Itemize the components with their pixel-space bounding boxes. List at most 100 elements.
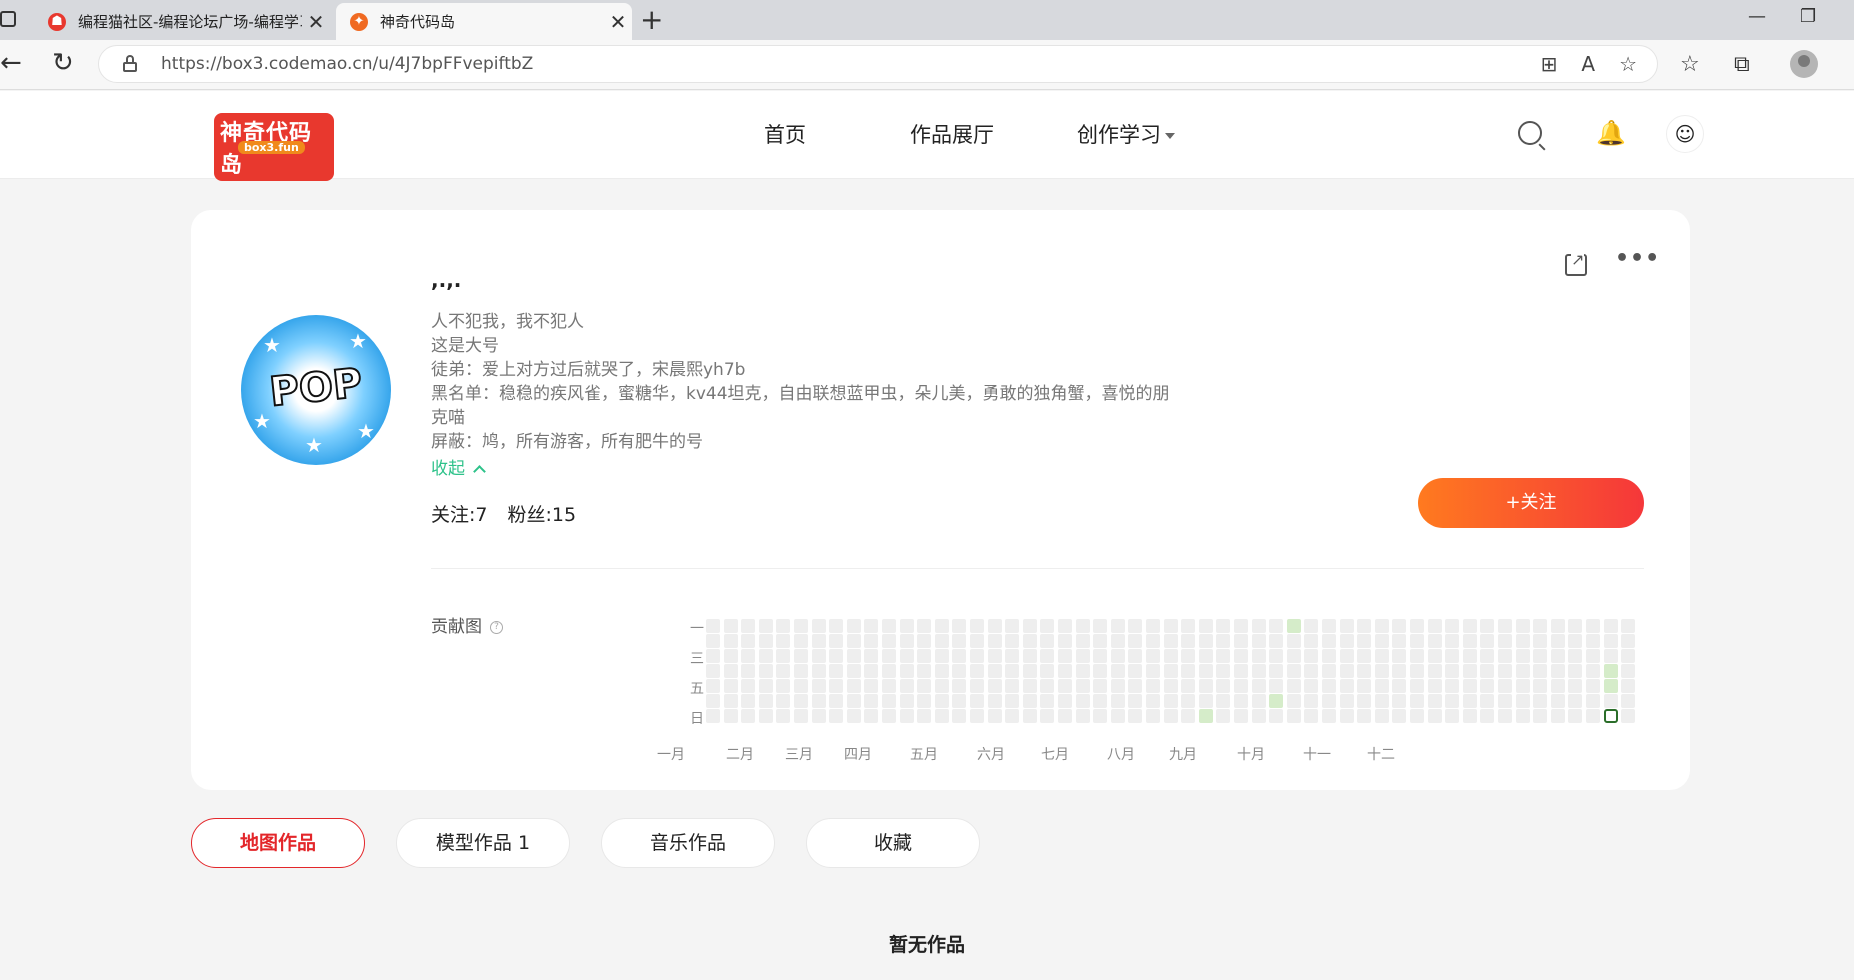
tab-model-works[interactable]: 模型作品 1 (396, 818, 570, 868)
contribution-cell (794, 709, 808, 723)
url-text[interactable]: https://box3.codemao.cn/u/4J7bpFFvepiftb… (161, 54, 533, 74)
contribution-cell (1181, 649, 1195, 663)
help-icon[interactable]: ? (490, 620, 503, 634)
more-options-icon[interactable]: ••• (1615, 246, 1660, 271)
codemao-favicon-icon: ☗ (48, 12, 66, 31)
tab-map-works[interactable]: 地图作品 (191, 818, 365, 868)
contribution-cell (935, 679, 949, 693)
contribution-cell (812, 694, 826, 708)
collections-icon[interactable]: ⧉ (1734, 52, 1750, 77)
restore-button[interactable]: ❐ (1800, 6, 1816, 27)
user-avatar[interactable]: ☺ (1666, 115, 1704, 153)
contribution-cell (1287, 664, 1301, 678)
contribution-cell (706, 634, 720, 648)
contribution-cell (759, 619, 773, 633)
site-header: 神奇代码岛 box3.fun 首页 作品展厅 创作学习 🔔 ☺ (0, 91, 1854, 181)
tab-music-works[interactable]: 音乐作品 (601, 818, 775, 868)
contribution-cell (1498, 694, 1512, 708)
contribution-cell (1463, 709, 1477, 723)
contribution-cell (1410, 694, 1424, 708)
contribution-cell (1410, 649, 1424, 663)
contribution-cell (1234, 679, 1248, 693)
browser-tab-codemao[interactable]: ☗ 编程猫社区-编程论坛广场-编程学习 ✕ (34, 3, 330, 40)
share-icon[interactable] (1565, 250, 1587, 276)
url-field[interactable]: https://box3.codemao.cn/u/4J7bpFFvepiftb… (98, 45, 1658, 83)
contribution-cell (1375, 649, 1389, 663)
lock-icon[interactable] (123, 55, 137, 72)
contribution-cell (1375, 679, 1389, 693)
month-label: 六月 (977, 747, 1005, 763)
address-bar-row: ← ↻ https://box3.codemao.cn/u/4J7bpFFvep… (0, 40, 1854, 90)
close-icon[interactable]: ✕ (604, 10, 632, 34)
contribution-cell (1533, 664, 1547, 678)
contribution-cell (1128, 679, 1142, 693)
refresh-icon[interactable]: ↻ (52, 48, 74, 78)
new-tab-button[interactable]: + (640, 4, 663, 36)
tab-favorites[interactable]: 收藏 (806, 818, 980, 868)
contribution-cell (1586, 649, 1600, 663)
bell-icon[interactable]: 🔔 (1596, 119, 1626, 147)
contribution-cell (1164, 619, 1178, 633)
contribution-cell (1445, 709, 1459, 723)
following-count[interactable]: 关注:7 (431, 500, 488, 527)
contribution-cell (900, 694, 914, 708)
browser-tab-box3[interactable]: ✦ 神奇代码岛 ✕ (336, 3, 632, 40)
followers-count[interactable]: 粉丝:15 (508, 500, 577, 527)
contribution-cell (917, 664, 931, 678)
contribution-cell (1375, 694, 1389, 708)
contribution-cell (1040, 694, 1054, 708)
contribution-cell (1340, 649, 1354, 663)
contribution-cell (1076, 694, 1090, 708)
contribution-cell (1058, 709, 1072, 723)
nav-gallery[interactable]: 作品展厅 (910, 119, 994, 149)
favorites-icon[interactable]: ☆ (1680, 52, 1700, 77)
nav-learn[interactable]: 创作学习 (1077, 119, 1175, 149)
search-icon[interactable] (1518, 121, 1542, 145)
contribution-cell (988, 694, 1002, 708)
add-favorite-icon[interactable]: ☆ (1619, 52, 1637, 76)
app-available-icon[interactable]: ⊞ (1541, 52, 1558, 76)
read-aloud-icon[interactable]: A (1581, 52, 1595, 76)
contribution-cell (1392, 709, 1406, 723)
contribution-cell (970, 694, 984, 708)
month-label: 一月 (657, 747, 685, 763)
contribution-cell (1304, 709, 1318, 723)
contribution-cell (1533, 694, 1547, 708)
nav-home[interactable]: 首页 (764, 119, 806, 149)
contribution-cell (1445, 679, 1459, 693)
close-icon[interactable]: ✕ (302, 10, 330, 34)
contribution-cell (1621, 619, 1635, 633)
contribution-cell (1516, 694, 1530, 708)
contribution-cell (847, 649, 861, 663)
contribution-cell (1199, 664, 1213, 678)
contribution-cell (1340, 634, 1354, 648)
collapse-bio-button[interactable]: 收起 (431, 454, 486, 479)
contribution-cell (847, 664, 861, 678)
minimize-button[interactable]: — (1748, 6, 1766, 27)
contribution-cell (1005, 709, 1019, 723)
follow-button[interactable]: +关注 (1418, 478, 1644, 528)
tab-actions-icon[interactable] (0, 11, 16, 27)
contribution-cell (970, 619, 984, 633)
contribution-label: 贡献图 (431, 617, 482, 637)
contribution-cell (1357, 709, 1371, 723)
contribution-cell (1111, 634, 1125, 648)
site-logo[interactable]: 神奇代码岛 box3.fun (214, 113, 334, 181)
contribution-cell (1480, 709, 1494, 723)
contribution-cell (1428, 664, 1442, 678)
contribution-cell (1076, 619, 1090, 633)
contribution-cell (882, 649, 896, 663)
browser-profile-avatar[interactable] (1790, 50, 1818, 78)
contribution-cell (1252, 649, 1266, 663)
contribution-cell (1199, 619, 1213, 633)
contribution-cell (1445, 649, 1459, 663)
contribution-cell (1392, 664, 1406, 678)
contribution-cell (812, 619, 826, 633)
back-arrow-icon[interactable]: ← (0, 48, 22, 78)
contribution-cell (1199, 694, 1213, 708)
contribution-cell (1604, 664, 1618, 678)
contribution-cell (935, 649, 949, 663)
contribution-cell (988, 709, 1002, 723)
contribution-cell (1234, 649, 1248, 663)
contribution-cell (1621, 679, 1635, 693)
